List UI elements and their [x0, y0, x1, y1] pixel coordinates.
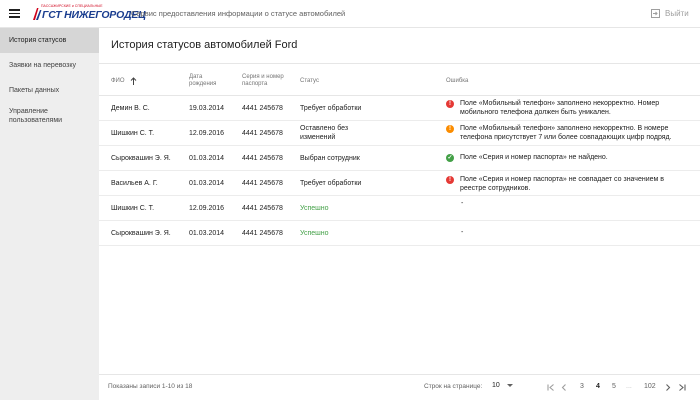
cell-status: Выбран сотрудник	[300, 155, 360, 162]
cell-dob: 01.03.2014	[189, 230, 225, 237]
sidebar-item-status-history[interactable]: История статусов	[0, 28, 99, 53]
error-text: Поле «Серия и номер паспорта» не совпада…	[460, 176, 664, 192]
cell-dob: 12.09.2016	[189, 130, 225, 137]
sidebar-item-label: Управление пользователями	[9, 108, 63, 124]
table-row[interactable]: Шишкин С. Т. 12.09.2016 4441 245678 Успе…	[99, 196, 700, 221]
error-text: Поле «Серия и номер паспорта» не найдено…	[460, 154, 608, 161]
rows-per-page-value: 10	[492, 382, 500, 389]
cell-error: ! Поле «Мобильный телефон» заполнено нек…	[446, 124, 691, 142]
chevron-down-icon	[506, 384, 513, 387]
page-button-4[interactable]: 4	[596, 383, 600, 390]
column-header-error: Ошибка	[446, 78, 469, 84]
page-button-3[interactable]: 3	[580, 383, 584, 390]
page-title: История статусов автомобилей Ford	[111, 39, 298, 51]
sidebar-item-user-management[interactable]: Управление пользователями	[0, 103, 99, 136]
menu-icon[interactable]	[9, 9, 20, 18]
logout-button[interactable]: Выйти	[651, 9, 689, 18]
page-ellipsis: ...	[626, 383, 632, 390]
cell-error: ! Поле «Мобильный телефон» заполнено нек…	[446, 99, 691, 117]
cell-status: Успешно	[300, 205, 329, 212]
cell-status: Требует обработки	[300, 180, 362, 187]
error-icon: !	[446, 100, 454, 108]
column-header-label: ФИО	[111, 77, 125, 84]
sidebar-item-transport-requests[interactable]: Заявки на перевозку	[0, 53, 99, 78]
table-row[interactable]: Васильев А. Г. 01.03.2014 4441 245678 Тр…	[99, 171, 700, 196]
cell-name: Шишкин С. Т.	[111, 130, 155, 137]
next-page-icon[interactable]	[665, 384, 671, 391]
cell-passport: 4441 245678	[242, 105, 283, 112]
rows-per-page-label: Строк на странице:	[424, 383, 483, 390]
cell-dob: 19.03.2014	[189, 105, 225, 112]
cell-dob: 12.09.2016	[189, 205, 225, 212]
cell-name: Шишкин С. Т.	[111, 205, 155, 212]
sidebar-item-label: Пакеты данных	[9, 87, 60, 94]
rows-per-page-select[interactable]: 10	[492, 382, 513, 389]
cell-name: Сыроквашин Э. Я.	[111, 155, 171, 162]
column-header-name[interactable]: ФИО	[111, 77, 137, 85]
cell-name: Демин В. С.	[111, 105, 150, 112]
table-row[interactable]: Сыроквашин Э. Я. 01.03.2014 4441 245678 …	[99, 221, 700, 246]
cell-dob: 01.03.2014	[189, 180, 225, 187]
cell-passport: 4441 245678	[242, 130, 283, 137]
table-footer: Показаны записи 1-10 из 18 Строк на стра…	[99, 374, 700, 400]
cell-name: Васильев А. Г.	[111, 180, 158, 187]
warning-icon: !	[446, 125, 454, 133]
cell-passport: 4441 245678	[242, 155, 283, 162]
table-row[interactable]: Сыроквашин Э. Я. 01.03.2014 4441 245678 …	[99, 146, 700, 171]
cell-status: Оставлено без изменений	[300, 125, 349, 141]
logo-subtitle: ПАССАЖИРСКИЕ и СПЕЦИАЛЬНЫЕ	[41, 4, 103, 8]
first-page-icon[interactable]	[547, 384, 555, 391]
page-button-102[interactable]: 102	[644, 383, 656, 390]
table-row[interactable]: Шишкин С. Т. 12.09.2016 4441 245678 Оста…	[99, 121, 700, 146]
column-header-dob: Дата рождения	[189, 74, 217, 87]
main-content: История статусов автомобилей Ford ФИО Да…	[99, 28, 700, 400]
top-bar: ПАССАЖИРСКИЕ и СПЕЦИАЛЬНЫЕ ГСТ НИЖЕГОРОД…	[0, 0, 700, 28]
title-divider	[99, 63, 700, 64]
cell-error: -	[461, 229, 464, 236]
sort-ascending-icon	[130, 77, 136, 85]
logout-icon	[651, 9, 660, 18]
previous-page-icon[interactable]	[561, 384, 567, 391]
cell-status: Успешно	[300, 230, 329, 237]
error-icon: !	[446, 176, 454, 184]
error-text: Поле «Мобильный телефон» заполнено некор…	[460, 100, 660, 116]
cell-error: ! Поле «Серия и номер паспорта» не совпа…	[446, 175, 691, 193]
app-title: Сервис предоставления информации о стату…	[131, 9, 346, 18]
sidebar-item-label: История статусов	[9, 37, 67, 44]
column-header-status: Статус	[300, 78, 319, 84]
cell-dob: 01.03.2014	[189, 155, 225, 162]
cell-error: -	[461, 200, 464, 207]
error-text: Поле «Мобильный телефон» заполнено некор…	[460, 125, 672, 141]
cell-passport: 4441 245678	[242, 205, 283, 212]
logout-label: Выйти	[665, 9, 689, 18]
sidebar: История статусов Заявки на перевозку Пак…	[0, 28, 99, 400]
cell-name: Сыроквашин Э. Я.	[111, 230, 171, 237]
cell-passport: 4441 245678	[242, 230, 283, 237]
logo: ПАССАЖИРСКИЕ и СПЕЦИАЛЬНЫЕ ГСТ НИЖЕГОРОД…	[31, 4, 146, 23]
records-count: Показаны записи 1-10 из 18	[108, 383, 193, 390]
last-page-icon[interactable]	[678, 384, 686, 391]
cell-error: ✓ Поле «Серия и номер паспорта» не найде…	[446, 153, 691, 162]
sidebar-item-data-packages[interactable]: Пакеты данных	[0, 78, 99, 103]
page-button-5[interactable]: 5	[612, 383, 616, 390]
cell-status: Требует обработки	[300, 105, 362, 112]
sidebar-item-label: Заявки на перевозку	[9, 62, 77, 69]
column-header-passport: Серия и номер паспорта	[242, 74, 284, 87]
table-row[interactable]: Демин В. С. 19.03.2014 4441 245678 Требу…	[99, 96, 700, 121]
cell-passport: 4441 245678	[242, 180, 283, 187]
check-icon: ✓	[446, 154, 454, 162]
